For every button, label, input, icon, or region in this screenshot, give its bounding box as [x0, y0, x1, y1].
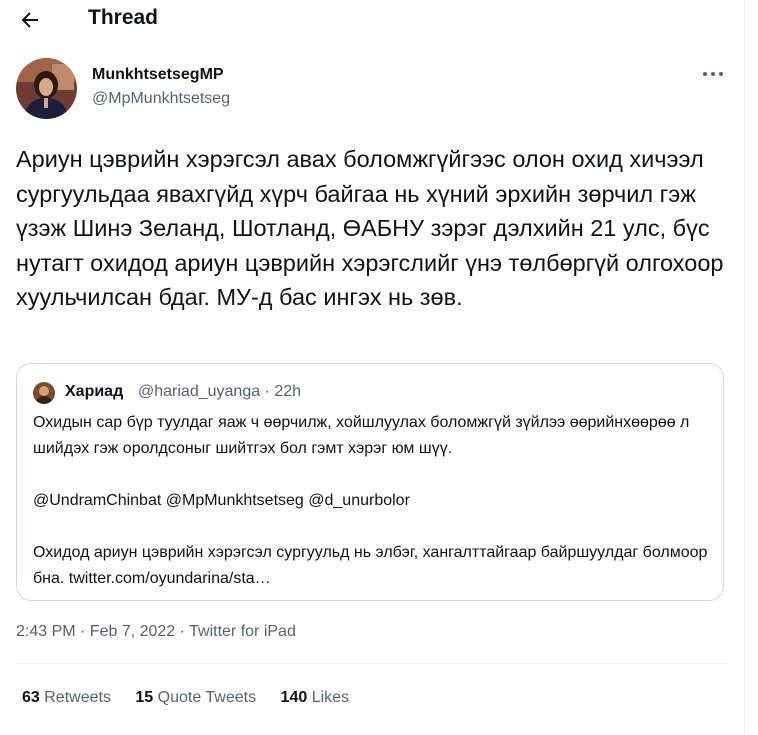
likes-count: 140: [280, 689, 308, 706]
quoted-tweet[interactable]: Хариад @hariad_uyanga · 22h Охидын сар б…: [16, 363, 724, 601]
likes-label: Likes: [311, 689, 350, 706]
retweets-stat[interactable]: 63 Retweets: [22, 689, 111, 706]
more-button[interactable]: [700, 64, 726, 84]
retweets-count: 63: [22, 689, 40, 706]
quote-paragraph: Охидын сар бүр туулдаг яаж ч өөрчилж, хо…: [33, 414, 690, 457]
quote-tweets-count: 15: [135, 689, 154, 706]
likes-stat[interactable]: 140 Likes: [281, 689, 350, 706]
back-button[interactable]: [18, 8, 42, 32]
more-dots-icon: [703, 72, 723, 76]
quote-display-name[interactable]: Хариад: [65, 383, 123, 401]
tweet-timestamp[interactable]: 2:43 PM · Feb 7, 2022 · Twitter for iPad: [16, 623, 296, 641]
quote-mentions: @UndramChinbat @MpMunkhtsetseg @d_unurbo…: [33, 492, 410, 509]
quote-tweets-stat[interactable]: 15 Quote Tweets: [135, 689, 256, 706]
quote-paragraph: Охидод ариун цэврийн хэрэгсэл сургуульд …: [33, 544, 708, 587]
retweets-label: Retweets: [44, 689, 111, 706]
quote-avatar[interactable]: [33, 382, 55, 404]
page-title: Thread: [88, 6, 159, 29]
tweet-text: Ариун цэврийн хэрэгсэл авах боломжгүйгээ…: [16, 146, 724, 310]
quote-handle-time[interactable]: @hariad_uyanga · 22h: [138, 383, 301, 401]
arrow-left-icon: [21, 12, 38, 28]
quote-tweets-label: Quote Tweets: [157, 689, 257, 706]
engagement-stats: 63 Retweets 15 Quote Tweets 140 Likes: [22, 689, 369, 707]
thread-header: Thread: [0, 0, 744, 42]
divider: [16, 663, 728, 664]
display-name[interactable]: MunkhtsetsegMP: [92, 66, 224, 84]
avatar[interactable]: [16, 58, 77, 119]
quote-text: Охидын сар бүр туулдаг яаж ч өөрчилж, хо…: [33, 410, 713, 592]
user-handle[interactable]: @MpMunkhtsetseg: [92, 90, 230, 108]
column-border: [744, 0, 745, 735]
